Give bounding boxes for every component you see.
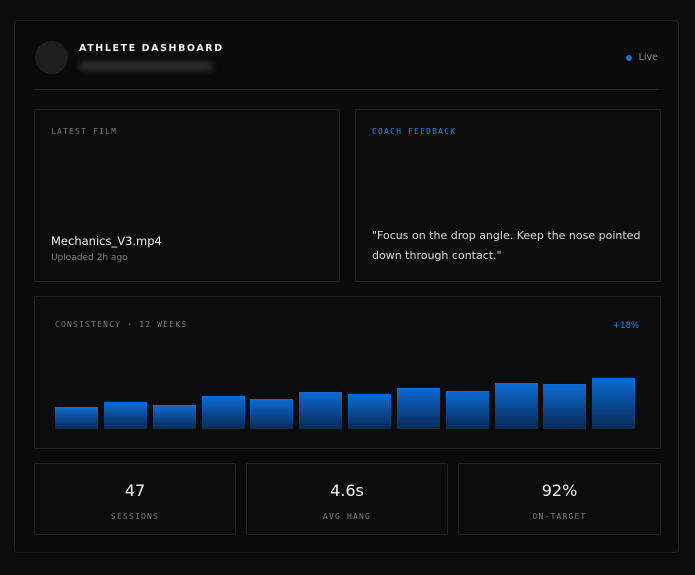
chart-bar (592, 378, 635, 429)
consistency-card: CONSISTENCY · 12 WEEKS +18% (34, 296, 661, 449)
chart-bar (250, 399, 293, 429)
film-file-name[interactable]: Mechanics_V3.mp4 (51, 234, 162, 248)
chart-bar (446, 391, 489, 429)
redacted-subtitle (79, 61, 213, 71)
stat-card-sessions: 47 SESSIONS (34, 463, 236, 535)
stat-label: AVG HANG (322, 512, 372, 521)
stat-value: 47 (124, 481, 146, 500)
consistency-chart (55, 367, 641, 429)
chart-bar (153, 405, 196, 429)
latest-film-label: LATEST FILM (51, 127, 118, 136)
consistency-delta: +18% (612, 321, 639, 331)
consistency-label: CONSISTENCY · 12 WEEKS (55, 320, 188, 329)
stat-card-on-target: 92% ON-TARGET (458, 463, 661, 535)
chart-bar (495, 383, 538, 429)
chart-bar (55, 407, 98, 429)
header-divider (34, 89, 659, 90)
live-status-label: Live (638, 52, 658, 63)
chart-bar (348, 394, 391, 429)
coach-feedback-card: COACH FEEDBACK "Focus on the drop angle.… (355, 109, 661, 282)
page-title: ATHLETE DASHBOARD (79, 43, 224, 54)
stat-label: ON-TARGET (532, 512, 587, 521)
film-upload-time: Uploaded 2h ago (51, 253, 128, 263)
chart-bar (104, 402, 147, 429)
latest-film-card[interactable]: LATEST FILM Mechanics_V3.mp4 Uploaded 2h… (34, 109, 340, 282)
stat-label: SESSIONS (110, 512, 160, 521)
avatar[interactable] (35, 41, 68, 74)
chart-bar (299, 392, 342, 429)
stat-value: 4.6s (330, 481, 364, 500)
coach-feedback-quote: "Focus on the drop angle. Keep the nose … (372, 229, 641, 262)
chart-bar (397, 388, 440, 429)
chart-bar (202, 396, 245, 429)
live-dot-icon (625, 54, 632, 61)
stat-card-avg-hang: 4.6s AVG HANG (246, 463, 448, 535)
chart-bar (543, 384, 586, 429)
stat-value: 92% (541, 481, 578, 500)
coach-feedback-label: COACH FEEDBACK (372, 127, 457, 136)
live-status: Live (625, 52, 658, 63)
dashboard-panel: ATHLETE DASHBOARD Live LATEST FILM Mecha… (14, 20, 679, 553)
